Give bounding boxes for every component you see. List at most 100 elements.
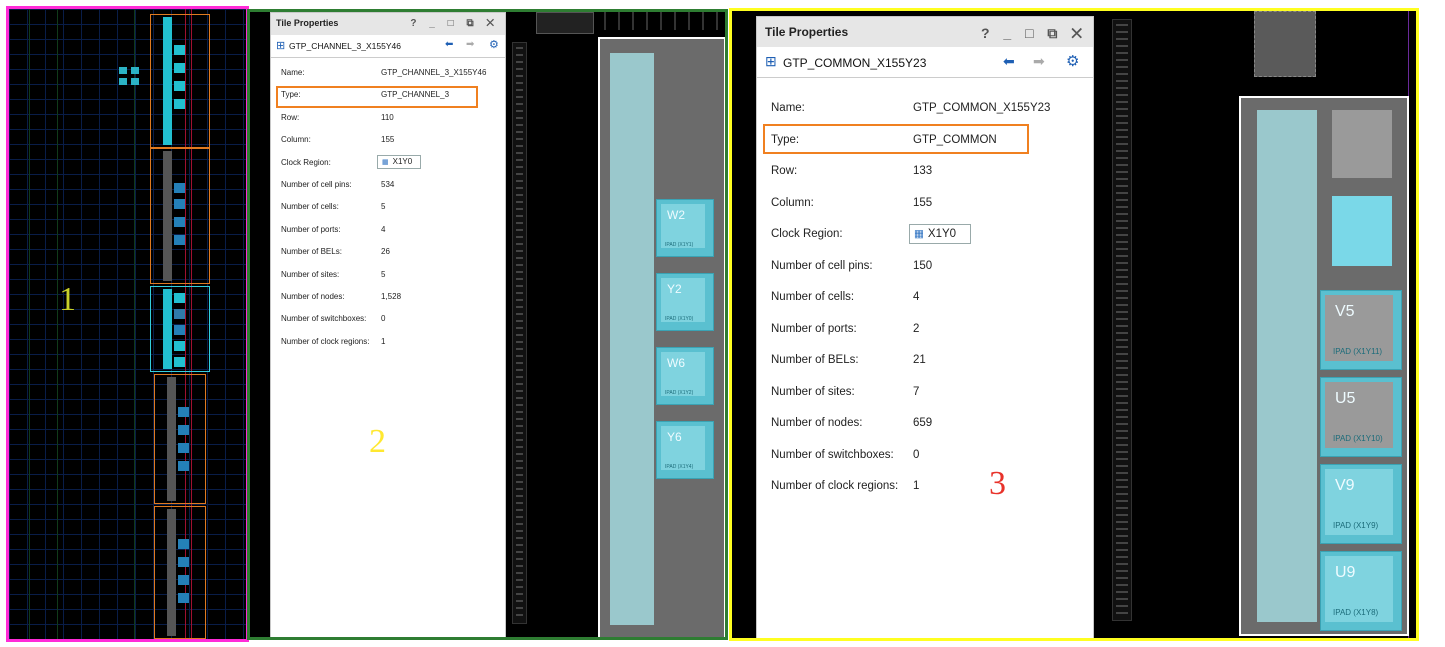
property-value: 110 <box>381 112 394 122</box>
clock-region-icon: ▦ <box>914 228 924 240</box>
device-view-panel-1[interactable]: 1 <box>6 6 249 642</box>
property-row: Number of BELs: 21 <box>757 354 1093 386</box>
tile-properties-panel-2: Tile Properties ? _ □ ⧉ ✕ ⊞ GTP_CHANNEL_… <box>247 9 728 640</box>
back-icon[interactable]: ⬅ <box>445 39 453 50</box>
pad-site-label: IPAD (X1Y1) <box>665 242 694 248</box>
site-strip <box>604 12 724 30</box>
window-title: Tile Properties <box>276 18 339 28</box>
grid-icon: ⊞ <box>765 53 777 69</box>
site-block <box>1254 11 1316 77</box>
property-row: Number of nodes: 659 <box>757 417 1093 449</box>
panel-label-2: 2 <box>369 423 386 460</box>
property-row: Number of switchboxes: 0 <box>271 314 505 336</box>
property-value: 26 <box>381 247 390 257</box>
property-row: Number of cell pins: 150 <box>757 260 1093 292</box>
tile-name: GTP_CHANNEL_3_X155Y46 <box>289 41 401 51</box>
window-controls[interactable]: ? _ □ ⧉ ✕ <box>410 18 499 29</box>
window-title: Tile Properties <box>765 25 849 39</box>
device-view-panel-2[interactable]: W2 IPAD (X1Y1) Y2 IPAD (X1Y0) W6 IPAD (X1Y2) Y… <box>508 12 725 637</box>
device-grid <box>9 9 246 639</box>
property-row: Clock Region: ▦ X1Y0 <box>757 224 1093 260</box>
gtp-common-block[interactable] <box>1332 110 1392 178</box>
site-block <box>536 12 594 34</box>
property-row: Number of ports: 4 <box>271 225 505 247</box>
iopad-site[interactable]: V5 IPAD (X1Y11) <box>1320 290 1402 370</box>
pin-label: W6 <box>667 356 685 370</box>
property-row: Number of cells: 4 <box>757 291 1093 323</box>
pad-site-label: IPAD (X1Y10) <box>1333 434 1383 443</box>
property-key: Number of switchboxes: <box>771 448 894 461</box>
tile-gtp-channel[interactable] <box>154 506 206 639</box>
tile-gtp-channel[interactable] <box>154 374 206 504</box>
iopad-site[interactable]: V9 IPAD (X1Y9) <box>1320 464 1402 544</box>
grid-line <box>57 9 58 639</box>
clock-region-link[interactable]: ▦ X1Y0 <box>377 154 421 169</box>
forward-icon[interactable]: ➡ <box>1033 53 1045 70</box>
property-value: 1 <box>913 480 920 492</box>
property-row: Clock Region: ▦ X1Y0 <box>271 154 505 180</box>
property-row: Number of ports: 2 <box>757 323 1093 355</box>
tile-name: GTP_COMMON_X155Y23 <box>783 56 927 70</box>
property-key: Row: <box>281 112 300 122</box>
property-key: Number of cell pins: <box>281 180 352 189</box>
pin-label: V9 <box>1335 477 1355 494</box>
property-key: Number of sites: <box>281 269 340 279</box>
tile-gtp-channel[interactable] <box>150 148 210 284</box>
gear-icon[interactable]: ⚙ <box>489 38 499 51</box>
property-key: Number of BELs: <box>771 354 859 366</box>
property-value: 150 <box>913 259 933 272</box>
pin-label: U5 <box>1335 390 1356 407</box>
clock-region-link[interactable]: ▦ X1Y0 <box>909 224 971 244</box>
gtp-column[interactable]: W2 IPAD (X1Y1) Y2 IPAD (X1Y0) W6 IPAD (X1Y2) Y… <box>598 37 725 637</box>
property-value: 155 <box>381 135 395 145</box>
forward-icon[interactable]: ➡ <box>466 39 474 50</box>
iopad-site[interactable]: W2 IPAD (X1Y1) <box>656 199 714 257</box>
pad-site-label: IPAD (X1Y9) <box>1333 521 1379 530</box>
pin-label: W2 <box>667 208 685 222</box>
window-header: Tile Properties ? _ □ ⧉ ✕ <box>271 13 505 35</box>
property-row: Number of cell pins: 534 <box>271 180 505 202</box>
property-row: Row: 133 <box>757 165 1093 197</box>
property-value: GTP_COMMON_X155Y23 <box>913 102 1051 114</box>
property-value: 0 <box>913 448 920 461</box>
iopad-site[interactable]: U5 IPAD (X1Y10) <box>1320 377 1402 457</box>
tile-gtp-channel-selected[interactable] <box>150 286 210 372</box>
clock-region-value: X1Y0 <box>392 156 413 166</box>
iopad-site[interactable]: Y2 IPAD (X1Y0) <box>656 273 714 331</box>
grid-line <box>29 9 30 639</box>
tile-properties-panel-3: Tile Properties ? _ □ ⧉ ✕ ⊞ GTP_COMMON_X… <box>729 8 1419 641</box>
iopad-site[interactable]: U9 IPAD (X1Y8) <box>1320 551 1402 631</box>
property-row: Number of switchboxes: 0 <box>757 449 1093 481</box>
window-header: Tile Properties ? _ □ ⧉ ✕ <box>757 17 1093 47</box>
tile-properties-window: Tile Properties ? _ □ ⧉ ✕ ⊞ GTP_COMMON_X… <box>756 16 1094 638</box>
property-row: Number of sites: 7 <box>757 386 1093 418</box>
gtp-common-site[interactable] <box>1257 110 1317 622</box>
pad-site-label: IPAD (X1Y4) <box>665 464 694 470</box>
pad-site-label: IPAD (X1Y8) <box>1333 608 1379 617</box>
gtp-common-block[interactable] <box>1332 196 1392 266</box>
pad-site-label: IPAD (X1Y11) <box>1333 347 1383 356</box>
gtp-column[interactable]: V5 IPAD (X1Y11) U5 IPAD (X1Y10) V9 IPAD (X1Y9… <box>1239 96 1409 636</box>
gear-icon[interactable]: ⚙ <box>1066 52 1079 70</box>
switchbox-column <box>512 42 527 624</box>
property-row: Number of nodes: 1,528 <box>271 292 505 314</box>
property-key: Number of clock regions: <box>771 480 899 492</box>
device-view-panel-3[interactable]: V5 IPAD (X1Y11) U5 IPAD (X1Y10) V9 IPAD (X1Y9… <box>1108 11 1416 638</box>
property-value: 155 <box>913 196 933 209</box>
window-controls[interactable]: ? _ □ ⧉ ✕ <box>981 25 1087 42</box>
property-key: Type: <box>281 90 301 100</box>
site-cluster[interactable] <box>119 67 141 89</box>
pad-site-label: IPAD (X1Y0) <box>665 316 694 322</box>
gtp-channel-site[interactable] <box>610 53 654 625</box>
property-value: 7 <box>913 385 920 398</box>
iopad-site[interactable]: W6 IPAD (X1Y2) <box>656 347 714 405</box>
tile-gtp-common[interactable] <box>150 14 210 148</box>
iopad-site[interactable]: Y6 IPAD (X1Y4) <box>656 421 714 479</box>
property-value: GTP_COMMON <box>913 133 997 146</box>
property-row: Number of cells: 5 <box>271 202 505 224</box>
back-icon[interactable]: ⬅ <box>1003 53 1015 70</box>
property-key: Type: <box>771 133 800 146</box>
property-value: 1 <box>381 336 386 346</box>
property-key: Number of BELs: <box>281 247 342 257</box>
property-key: Number of switchboxes: <box>281 314 367 324</box>
